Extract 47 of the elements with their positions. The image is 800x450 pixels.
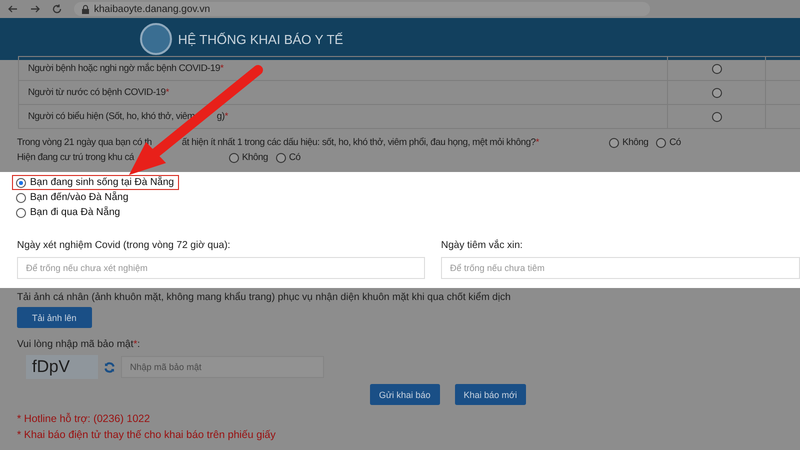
instruction-text: Tải ảnh cá nhân (ảnh khuôn mặt, không mang khẩu trang) phục vụ nhận diện khuôn mặt khi qua chốt kiểm dịch bbox=[17, 292, 512, 303]
radio-button[interactable] bbox=[16, 208, 26, 218]
option-label: Không bbox=[622, 137, 648, 148]
note-text: * Khai báo điện tử thay thế cho khai báo trên phiếu giấy bbox=[17, 429, 277, 441]
radio-option[interactable]: Bạn đi qua Đà Nẵng bbox=[12, 205, 126, 220]
forward-icon[interactable] bbox=[30, 4, 40, 14]
option-label: Có bbox=[289, 152, 301, 163]
radio-button[interactable] bbox=[16, 192, 26, 202]
required-mark: * bbox=[166, 87, 170, 98]
refresh-icon[interactable] bbox=[104, 362, 115, 372]
lock-icon bbox=[82, 4, 89, 14]
submit-button[interactable]: Gửi khai báo bbox=[370, 384, 440, 405]
required-mark: * bbox=[220, 63, 224, 74]
question-text: Hiện đang cư trú trong khu cá bbox=[17, 152, 134, 163]
option-label: Có bbox=[669, 137, 681, 148]
radio-button[interactable] bbox=[712, 64, 722, 74]
captcha-label: Vui lòng nhập mã bảo mật*: bbox=[17, 339, 142, 350]
upload-button[interactable]: Tải ảnh lên bbox=[17, 307, 92, 328]
question-text: Người bệnh hoặc nghi ngờ mắc bệnh COVID-19 bbox=[28, 63, 220, 74]
radio-button[interactable] bbox=[276, 152, 286, 162]
date-field[interactable]: Để trống nếu chưa xét nghiệm bbox=[17, 257, 425, 279]
radio-button[interactable] bbox=[229, 152, 240, 162]
option-label: Không bbox=[242, 152, 268, 163]
highlight-frame[interactable]: Bạn đang sinh sống tại Đà Nẵng bbox=[12, 175, 179, 190]
field-label: Ngày tiêm vắc xin: bbox=[441, 240, 524, 251]
captcha-code: fDpV bbox=[26, 355, 98, 379]
site-title: HỆ THỐNG KHAI BÁO Y TẾ bbox=[178, 32, 344, 46]
field-label: Ngày xét nghiệm Covid (trong vòng 72 giờ qua): bbox=[17, 240, 232, 251]
required-mark: * bbox=[224, 111, 228, 122]
required-mark: * bbox=[536, 137, 540, 148]
question-text: ất hiện ít nhất 1 trong các dấu hiệu: sốt, ho, khó thở, viêm phổi, đau họng, mệt mỏi không? bbox=[182, 137, 536, 148]
back-icon[interactable] bbox=[8, 4, 18, 14]
radio-button[interactable] bbox=[656, 138, 666, 148]
date-field[interactable]: Để trống nếu chưa tiêm bbox=[441, 257, 800, 279]
radio-button[interactable] bbox=[712, 88, 722, 98]
address-bar[interactable]: khaibaoyte.danang.gov.vn bbox=[74, 2, 650, 16]
reload-icon[interactable] bbox=[52, 4, 62, 14]
logo-icon bbox=[140, 23, 172, 55]
captcha-field[interactable]: Nhập mã bảo mật bbox=[121, 356, 324, 378]
radio-button[interactable] bbox=[609, 138, 620, 148]
note-text: * Hotline hỗ trợ: (0236) 1022 bbox=[17, 413, 151, 425]
question-text: g) bbox=[216, 111, 225, 122]
radio-button[interactable] bbox=[16, 178, 26, 188]
new-form-button[interactable]: Khai báo mới bbox=[454, 384, 526, 405]
radio-option[interactable]: Bạn đến/vào Đà Nẵng bbox=[12, 190, 134, 205]
question-text: Người từ nước có bệnh COVID-19 bbox=[28, 87, 166, 98]
radio-button[interactable] bbox=[712, 112, 722, 122]
